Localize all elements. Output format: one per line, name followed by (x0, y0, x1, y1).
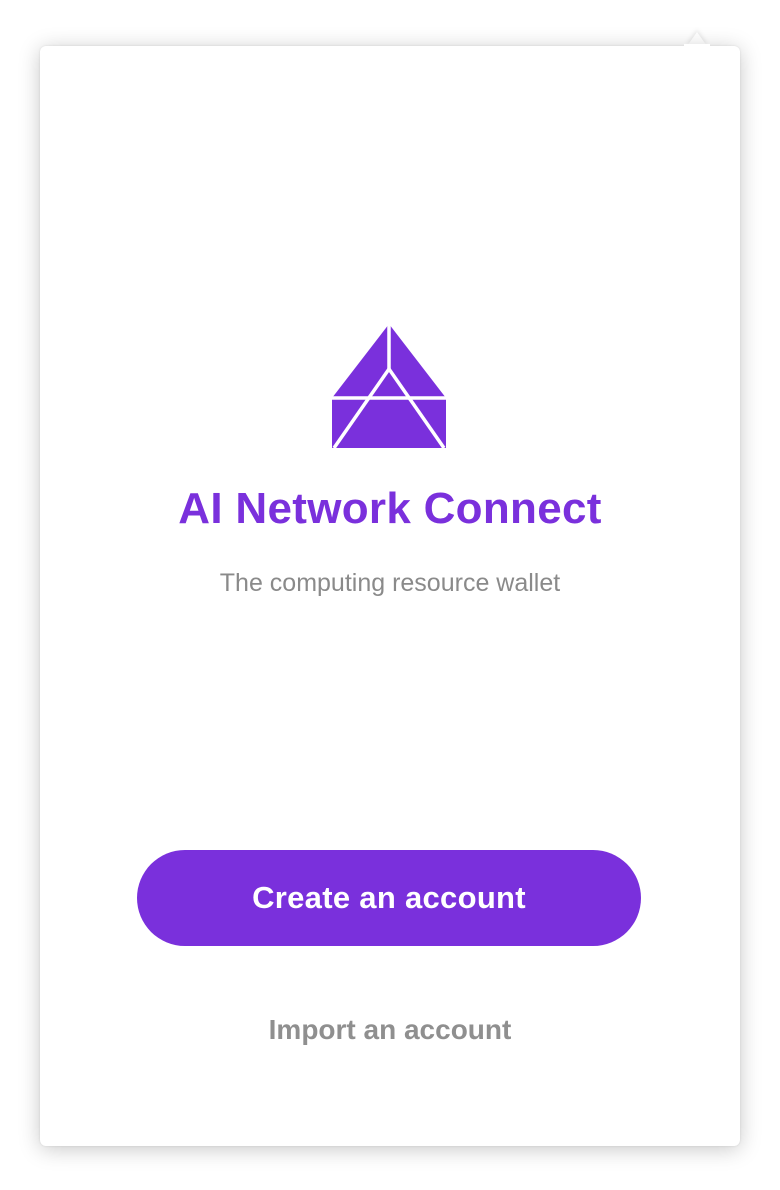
popup-pointer-joint (684, 44, 710, 50)
ai-network-logo-icon (332, 324, 446, 448)
app-subtitle: The computing resource wallet (219, 569, 561, 597)
create-account-button[interactable]: Create an account (137, 850, 641, 946)
app-title: AI Network Connect (178, 484, 602, 533)
wallet-popup: AI Network Connect The computing resourc… (40, 46, 740, 1146)
import-account-link[interactable]: Import an account (240, 1014, 540, 1046)
extension-window: AI Network Connect The computing resourc… (0, 0, 780, 1190)
